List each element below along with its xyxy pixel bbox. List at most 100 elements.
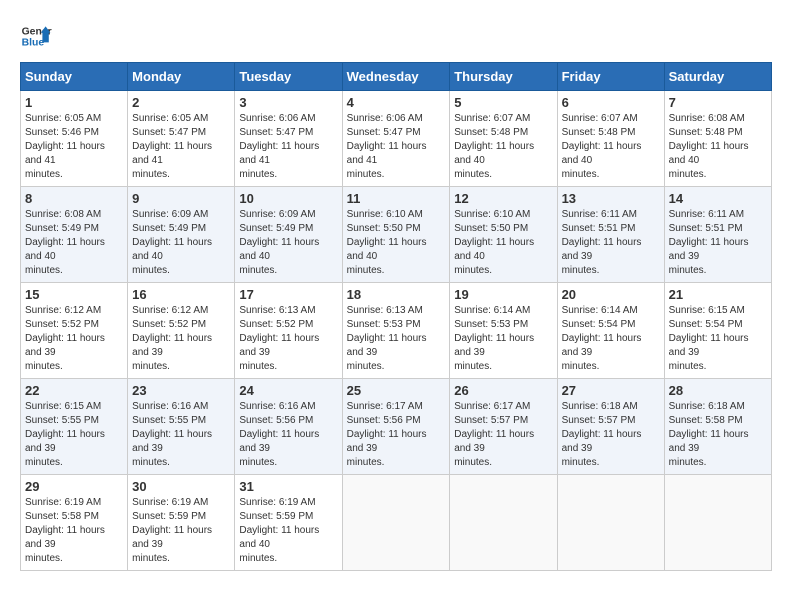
calendar-cell: 18 Sunrise: 6:13 AMSunset: 5:53 PMDayligh… — [342, 283, 450, 379]
calendar-cell — [342, 475, 450, 571]
day-number: 14 — [669, 191, 767, 206]
day-detail: Sunrise: 6:07 AMSunset: 5:48 PMDaylight:… — [454, 113, 534, 180]
day-number: 19 — [454, 287, 552, 302]
day-detail: Sunrise: 6:19 AMSunset: 5:59 PMDaylight:… — [132, 497, 212, 564]
day-detail: Sunrise: 6:13 AMSunset: 5:52 PMDaylight:… — [239, 305, 319, 372]
day-detail: Sunrise: 6:16 AMSunset: 5:55 PMDaylight:… — [132, 401, 212, 468]
day-number: 23 — [132, 383, 230, 398]
day-number: 5 — [454, 95, 552, 110]
day-detail: Sunrise: 6:12 AMSunset: 5:52 PMDaylight:… — [132, 305, 212, 372]
calendar-cell: 16 Sunrise: 6:12 AMSunset: 5:52 PMDayligh… — [128, 283, 235, 379]
day-detail: Sunrise: 6:07 AMSunset: 5:48 PMDaylight:… — [562, 113, 642, 180]
day-number: 28 — [669, 383, 767, 398]
day-number: 22 — [25, 383, 123, 398]
day-number: 13 — [562, 191, 660, 206]
day-detail: Sunrise: 6:16 AMSunset: 5:56 PMDaylight:… — [239, 401, 319, 468]
calendar-cell: 3Sunrise: 6:06 AMSunset: 5:47 PMDaylight… — [235, 91, 342, 187]
logo-icon: General Blue — [20, 20, 52, 52]
calendar-cell: 8 Sunrise: 6:08 AMSunset: 5:49 PMDaylight… — [21, 187, 128, 283]
day-detail: Sunrise: 6:18 AMSunset: 5:58 PMDaylight:… — [669, 401, 749, 468]
calendar-cell: 4 Sunrise: 6:06 AMSunset: 5:47 PMDaylight… — [342, 91, 450, 187]
day-number: 24 — [239, 383, 337, 398]
day-number: 30 — [132, 479, 230, 494]
calendar-cell: 23 Sunrise: 6:16 AMSunset: 5:55 PMDayligh… — [128, 379, 235, 475]
calendar-cell: 6 Sunrise: 6:07 AMSunset: 5:48 PMDaylight… — [557, 91, 664, 187]
calendar-cell: 11 Sunrise: 6:10 AMSunset: 5:50 PMDayligh… — [342, 187, 450, 283]
day-number: 20 — [562, 287, 660, 302]
calendar-cell: 7 Sunrise: 6:08 AMSunset: 5:48 PMDaylight… — [664, 91, 771, 187]
calendar-cell — [557, 475, 664, 571]
calendar-cell: 5 Sunrise: 6:07 AMSunset: 5:48 PMDaylight… — [450, 91, 557, 187]
weekday-header-saturday: Saturday — [664, 63, 771, 91]
weekday-header-sunday: Sunday — [21, 63, 128, 91]
day-detail: Sunrise: 6:13 AMSunset: 5:53 PMDaylight:… — [347, 305, 427, 372]
weekday-header-monday: Monday — [128, 63, 235, 91]
calendar-cell: 29 Sunrise: 6:19 AMSunset: 5:58 PMDayligh… — [21, 475, 128, 571]
calendar-cell: 14 Sunrise: 6:11 AMSunset: 5:51 PMDayligh… — [664, 187, 771, 283]
page-header: General Blue — [20, 20, 772, 52]
calendar-week-row: 1Sunrise: 6:05 AMSunset: 5:46 PMDaylight… — [21, 91, 772, 187]
calendar-cell: 31Sunrise: 6:19 AMSunset: 5:59 PMDayligh… — [235, 475, 342, 571]
day-detail: Sunrise: 6:06 AMSunset: 5:47 PMDaylight:… — [239, 113, 319, 180]
calendar-cell: 30 Sunrise: 6:19 AMSunset: 5:59 PMDayligh… — [128, 475, 235, 571]
day-number: 12 — [454, 191, 552, 206]
day-number: 17 — [239, 287, 337, 302]
day-detail: Sunrise: 6:15 AMSunset: 5:54 PMDaylight:… — [669, 305, 749, 372]
calendar-cell: 28 Sunrise: 6:18 AMSunset: 5:58 PMDayligh… — [664, 379, 771, 475]
day-number: 4 — [347, 95, 446, 110]
calendar-cell: 25 Sunrise: 6:17 AMSunset: 5:56 PMDayligh… — [342, 379, 450, 475]
calendar-cell: 27 Sunrise: 6:18 AMSunset: 5:57 PMDayligh… — [557, 379, 664, 475]
day-number: 25 — [347, 383, 446, 398]
day-detail: Sunrise: 6:19 AMSunset: 5:59 PMDaylight:… — [239, 497, 319, 564]
day-number: 1 — [25, 95, 123, 110]
day-number: 9 — [132, 191, 230, 206]
day-number: 16 — [132, 287, 230, 302]
day-number: 29 — [25, 479, 123, 494]
weekday-header-tuesday: Tuesday — [235, 63, 342, 91]
calendar-week-row: 22Sunrise: 6:15 AMSunset: 5:55 PMDayligh… — [21, 379, 772, 475]
day-detail: Sunrise: 6:19 AMSunset: 5:58 PMDaylight:… — [25, 497, 105, 564]
day-detail: Sunrise: 6:14 AMSunset: 5:53 PMDaylight:… — [454, 305, 534, 372]
day-detail: Sunrise: 6:17 AMSunset: 5:56 PMDaylight:… — [347, 401, 427, 468]
day-number: 6 — [562, 95, 660, 110]
calendar-cell: 22Sunrise: 6:15 AMSunset: 5:55 PMDayligh… — [21, 379, 128, 475]
day-number: 18 — [347, 287, 446, 302]
calendar-cell: 21 Sunrise: 6:15 AMSunset: 5:54 PMDayligh… — [664, 283, 771, 379]
day-number: 15 — [25, 287, 123, 302]
day-detail: Sunrise: 6:10 AMSunset: 5:50 PMDaylight:… — [347, 209, 427, 276]
calendar-cell: 2 Sunrise: 6:05 AMSunset: 5:47 PMDaylight… — [128, 91, 235, 187]
weekday-header-thursday: Thursday — [450, 63, 557, 91]
calendar-cell: 10Sunrise: 6:09 AMSunset: 5:49 PMDayligh… — [235, 187, 342, 283]
day-detail: Sunrise: 6:08 AMSunset: 5:49 PMDaylight:… — [25, 209, 105, 276]
day-number: 11 — [347, 191, 446, 206]
calendar-cell: 17 Sunrise: 6:13 AMSunset: 5:52 PMDayligh… — [235, 283, 342, 379]
day-number: 7 — [669, 95, 767, 110]
day-detail: Sunrise: 6:18 AMSunset: 5:57 PMDaylight:… — [562, 401, 642, 468]
day-detail: Sunrise: 6:12 AMSunset: 5:52 PMDaylight:… — [25, 305, 105, 372]
calendar-cell — [664, 475, 771, 571]
day-detail: Sunrise: 6:06 AMSunset: 5:47 PMDaylight:… — [347, 113, 427, 180]
calendar-cell: 12 Sunrise: 6:10 AMSunset: 5:50 PMDayligh… — [450, 187, 557, 283]
calendar-table: SundayMondayTuesdayWednesdayThursdayFrid… — [20, 62, 772, 571]
day-number: 27 — [562, 383, 660, 398]
day-detail: Sunrise: 6:11 AMSunset: 5:51 PMDaylight:… — [562, 209, 642, 276]
day-number: 26 — [454, 383, 552, 398]
calendar-cell: 15 Sunrise: 6:12 AMSunset: 5:52 PMDayligh… — [21, 283, 128, 379]
day-detail: Sunrise: 6:10 AMSunset: 5:50 PMDaylight:… — [454, 209, 534, 276]
calendar-cell: 20Sunrise: 6:14 AMSunset: 5:54 PMDayligh… — [557, 283, 664, 379]
svg-text:Blue: Blue — [22, 38, 45, 49]
day-detail: Sunrise: 6:09 AMSunset: 5:49 PMDaylight:… — [132, 209, 212, 276]
calendar-cell: 24 Sunrise: 6:16 AMSunset: 5:56 PMDayligh… — [235, 379, 342, 475]
logo: General Blue — [20, 20, 52, 52]
day-number: 21 — [669, 287, 767, 302]
weekday-header-friday: Friday — [557, 63, 664, 91]
day-detail: Sunrise: 6:05 AMSunset: 5:47 PMDaylight:… — [132, 113, 212, 180]
calendar-header-row: SundayMondayTuesdayWednesdayThursdayFrid… — [21, 63, 772, 91]
calendar-week-row: 8 Sunrise: 6:08 AMSunset: 5:49 PMDaylight… — [21, 187, 772, 283]
day-number: 8 — [25, 191, 123, 206]
calendar-cell: 9 Sunrise: 6:09 AMSunset: 5:49 PMDaylight… — [128, 187, 235, 283]
day-detail: Sunrise: 6:08 AMSunset: 5:48 PMDaylight:… — [669, 113, 749, 180]
day-detail: Sunrise: 6:11 AMSunset: 5:51 PMDaylight:… — [669, 209, 749, 276]
weekday-header-wednesday: Wednesday — [342, 63, 450, 91]
day-number: 2 — [132, 95, 230, 110]
